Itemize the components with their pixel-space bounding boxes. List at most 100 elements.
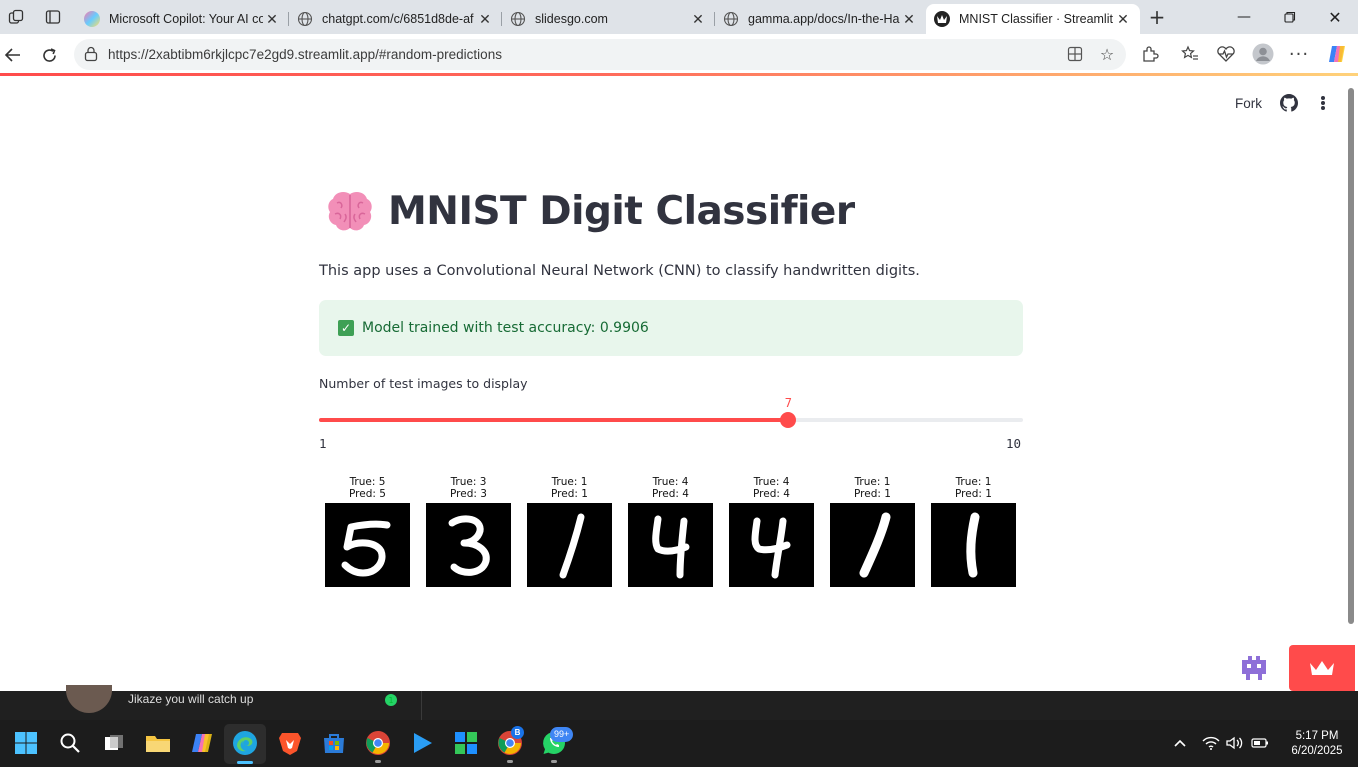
copilot-sidebar-icon[interactable] [1325,42,1349,66]
browser-tab-bar: Microsoft Copilot: Your AI co ✕ chatgpt.… [0,0,1358,34]
running-indicator [375,760,381,763]
slider-thumb[interactable] [780,412,797,428]
slider-value: 7 [784,396,792,410]
brain-emoji-icon [328,191,372,231]
digit-image-1 [931,503,1016,587]
pred-label: Pred: 1 [854,488,891,500]
prediction-gallery: True: 5 Pred: 5 True: 3 Pred: 3 True: 1 Pre… [325,476,1020,588]
chrome-browser-icon[interactable] [365,730,391,756]
page-title: MNIST Digit Classifier [388,188,855,234]
prediction-caption: True: 1 Pred: 1 [931,476,1016,500]
volume-icon[interactable] [1226,735,1244,751]
pred-label: Pred: 3 [450,488,487,500]
close-window-icon[interactable]: ✕ [1312,4,1358,30]
wifi-icon[interactable] [1202,735,1220,751]
back-icon[interactable] [0,42,26,68]
pred-label: Pred: 1 [955,488,992,500]
prediction-caption: True: 3 Pred: 3 [426,476,511,500]
restore-icon[interactable] [1267,4,1313,30]
microsoft-store-icon[interactable] [321,730,347,756]
tab-copilot[interactable]: Microsoft Copilot: Your AI co ✕ [76,4,289,34]
tab-slidesgo[interactable]: slidesgo.com ✕ [502,4,715,34]
github-icon[interactable] [1280,94,1298,112]
streamlit-crown-icon [1310,661,1334,675]
app-available-icon[interactable] [1063,42,1087,66]
close-tab-icon[interactable]: ✕ [1114,11,1132,28]
globe-icon [297,11,313,27]
pred-label: Pred: 4 [753,488,790,500]
windows-taskbar: B 99+ 5:17 PM 6/20/2025 [0,720,1358,767]
pred-label: Pred: 4 [652,488,689,500]
success-message: Model trained with test accuracy: 0.9906 [362,320,649,336]
calculator-grid-icon[interactable] [453,730,479,756]
site-info-icon[interactable] [84,46,98,62]
url-field[interactable]: https://2xabtibm6rkjlcpc7e2gd9.streamlit… [74,39,1126,70]
tab-title: chatgpt.com/c/6851d8de-af [322,12,474,26]
browser-address-bar: https://2xabtibm6rkjlcpc7e2gd9.streamlit… [0,34,1358,74]
true-label: True: 1 [551,476,588,488]
media-player-icon[interactable] [409,730,435,756]
slider-filled-track [319,418,789,422]
streamlit-icon [934,11,950,27]
fork-link[interactable]: Fork [1235,96,1262,111]
pred-label: Pred: 1 [551,488,588,500]
edge-browser-icon[interactable] [232,730,258,756]
favorite-star-icon[interactable]: ☆ [1095,42,1119,66]
file-explorer-icon[interactable] [145,730,171,756]
minimize-icon[interactable]: — [1221,4,1267,30]
success-alert: ✓ Model trained with test accuracy: 0.99… [319,300,1023,356]
true-label: True: 1 [955,476,992,488]
digit-image-4 [729,503,814,587]
image-count-slider[interactable]: 7 [319,396,1023,432]
slider-label: Number of test images to display [319,376,528,391]
new-tab-icon[interactable]: + [1146,5,1168,29]
digit-image-3 [426,503,511,587]
prediction-card: True: 1 Pred: 1 [527,476,612,588]
prediction-caption: True: 1 Pred: 1 [830,476,915,500]
workspaces-icon[interactable] [5,6,27,28]
prediction-card: True: 5 Pred: 5 [325,476,410,588]
check-mark-icon: ✓ [338,320,354,336]
close-tab-icon[interactable]: ✕ [689,11,707,28]
slider-max-label: 10 [1006,436,1022,451]
brave-browser-icon[interactable] [277,730,303,756]
clock-time: 5:17 PM [1295,730,1339,742]
extensions-icon[interactable] [1138,42,1162,66]
prediction-caption: True: 4 Pred: 4 [628,476,713,500]
windows-start-icon[interactable] [13,730,39,756]
main-menu-icon[interactable] [1316,94,1330,112]
prediction-card: True: 1 Pred: 1 [931,476,1016,588]
prediction-card: True: 1 Pred: 1 [830,476,915,588]
background-notification-strip: Jikaze you will catch up 1 [0,685,1358,720]
close-tab-icon[interactable]: ✕ [900,11,918,28]
refresh-icon[interactable] [36,42,62,68]
profile-avatar-icon[interactable] [1251,42,1275,66]
title-row: MNIST Digit Classifier [326,188,855,234]
prediction-card: True: 4 Pred: 4 [628,476,713,588]
streamlit-cloud-button[interactable] [1289,645,1355,691]
tab-chatgpt[interactable]: chatgpt.com/c/6851d8de-af ✕ [289,4,502,34]
close-tab-icon[interactable]: ✕ [263,11,281,28]
copilot-app-icon[interactable] [189,730,215,756]
favorites-icon[interactable] [1178,42,1202,66]
browser-essentials-icon[interactable] [1214,42,1238,66]
globe-icon [723,11,739,27]
close-tab-icon[interactable]: ✕ [476,11,494,28]
tab-gamma[interactable]: gamma.app/docs/In-the-Ha ✕ [715,4,926,34]
digit-image-4 [628,503,713,587]
task-view-icon[interactable] [101,730,127,756]
profile-badge: B [511,726,524,739]
streamlit-helper-icon[interactable] [1238,652,1270,684]
scrollbar-thumb[interactable] [1348,88,1354,624]
chrome-profile-icon[interactable]: B [497,726,524,756]
streamlit-app-page: Fork MNIST Digit Classifier This app use… [0,76,1358,691]
prediction-caption: True: 5 Pred: 5 [325,476,410,500]
tray-overflow-chevron-icon[interactable] [1171,735,1189,751]
search-icon[interactable] [57,730,83,756]
battery-icon[interactable] [1251,735,1269,751]
tab-actions-icon[interactable] [42,6,64,28]
tab-mnist-streamlit[interactable]: MNIST Classifier · Streamlit ✕ [926,4,1140,34]
unread-badge: 1 [385,694,397,706]
clock[interactable]: 5:17 PM 6/20/2025 [1282,729,1352,759]
more-options-icon[interactable]: ··· [1287,42,1311,66]
